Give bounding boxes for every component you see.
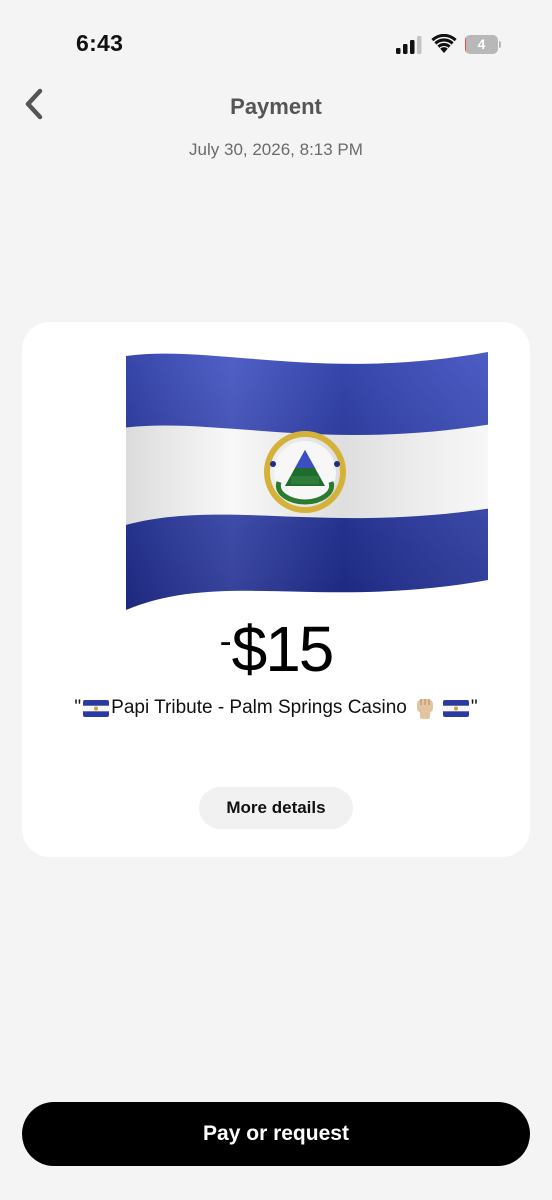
amount-sign: - [219, 620, 232, 661]
status-bar: 6:43 4 [0, 0, 552, 90]
transaction-card: -$15 " Papi Tribute - Palm Springs Casin… [22, 322, 530, 857]
pay-or-request-button[interactable]: Pay or request [22, 1102, 530, 1166]
raised-fist-emoji [416, 699, 433, 719]
signal-icon [396, 36, 422, 54]
el-salvador-flag-emoji [442, 699, 469, 717]
battery-level-text: 4 [477, 36, 486, 52]
payment-screen: 6:43 4 Payment July 30, 2026, 8:13 PM -$… [0, 0, 552, 1200]
amount-value: $15 [231, 613, 335, 685]
transaction-note: " Papi Tribute - Palm Springs Casino " [22, 696, 530, 720]
more-details-button[interactable]: More details [199, 787, 353, 829]
page-title: Payment [230, 94, 322, 119]
el-salvador-flag-image [126, 352, 488, 610]
transaction-date: July 30, 2026, 8:13 PM [189, 140, 363, 159]
wifi-icon [431, 34, 457, 53]
battery-icon: 4 [465, 35, 501, 54]
el-salvador-flag-emoji [83, 699, 110, 717]
transaction-amount: -$15 [22, 612, 530, 686]
note-open-quote: " [74, 697, 82, 718]
note-close-quote: " [470, 697, 478, 718]
note-text: Papi Tribute - Palm Springs Casino [111, 697, 407, 718]
status-time: 6:43 [76, 30, 124, 56]
